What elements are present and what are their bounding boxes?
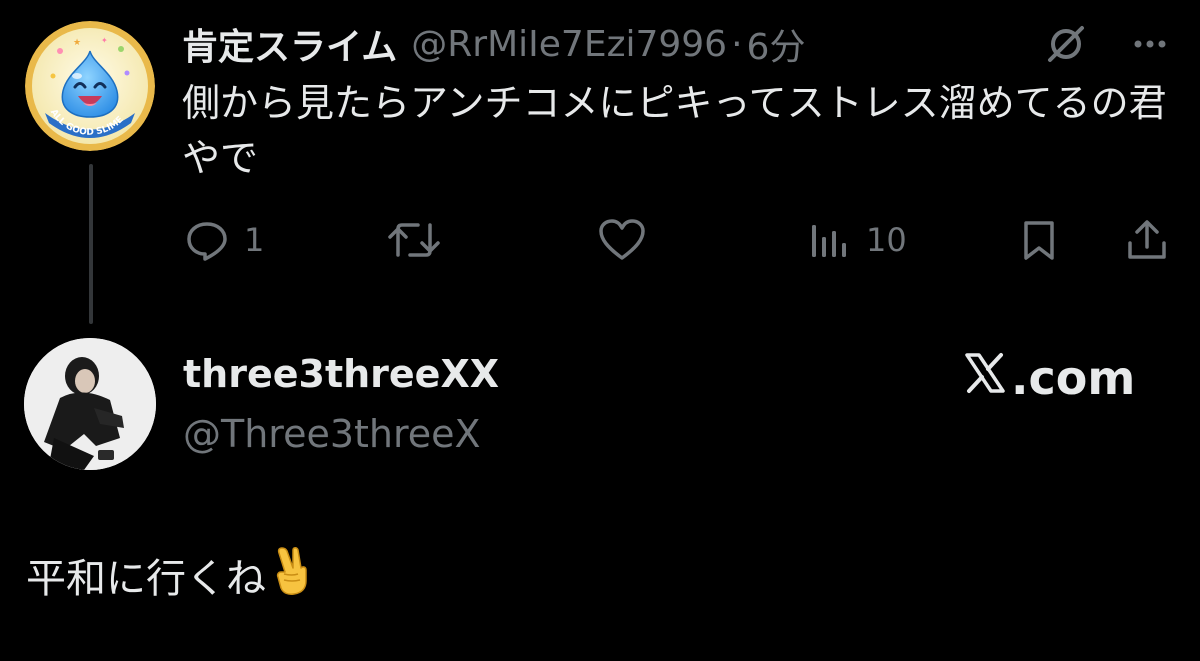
retweet-button[interactable] — [386, 212, 442, 268]
user-handle[interactable]: @RrMiIe7Ezi7996 — [411, 24, 727, 65]
like-icon — [597, 217, 647, 263]
avatar[interactable]: ★ ✦ ALL GOOD SLIME — [25, 21, 155, 151]
reply-icon — [184, 217, 230, 263]
share-button[interactable] — [1124, 212, 1170, 268]
svg-text:★: ★ — [73, 38, 81, 48]
portrait-photo-image — [24, 338, 156, 470]
views-count: 10 — [866, 221, 907, 259]
views-button[interactable]: 10 — [808, 212, 907, 268]
separator-dot: · — [731, 23, 743, 65]
tweet-text: 側から見たらアンチコメにピキってストレス溜めてるの君やで — [182, 81, 1167, 180]
reply-count: 1 — [244, 221, 265, 259]
share-icon — [1124, 217, 1170, 263]
bookmark-button[interactable] — [1017, 212, 1061, 268]
x-site-label: .com — [963, 350, 1135, 406]
slime-avatar-image: ★ ✦ ALL GOOD SLIME — [25, 21, 155, 151]
timestamp[interactable]: 6分 — [747, 18, 806, 70]
more-icon[interactable] — [1130, 24, 1170, 68]
caption-line: 平和に行くね — [26, 544, 312, 613]
like-button[interactable] — [597, 212, 647, 268]
bookmark-icon — [1017, 217, 1061, 263]
tweet-header: 肯定スライム @RrMiIe7Ezi7996 · 6分 — [182, 16, 805, 72]
svg-text:✦: ✦ — [101, 36, 108, 45]
tweet-action-bar: 1 10 — [0, 212, 1200, 268]
reply-button[interactable]: 1 — [184, 212, 264, 268]
retweet-icon — [386, 217, 442, 263]
quoted-user-handle[interactable]: @Three3threeX — [183, 412, 481, 456]
site-domain-text: .com — [1011, 351, 1136, 405]
quoted-display-name[interactable]: three3threeXX — [183, 352, 499, 396]
tweet-top-actions — [1042, 20, 1170, 72]
views-icon — [808, 217, 852, 263]
quoted-avatar[interactable] — [24, 338, 156, 470]
x-logo-icon — [963, 351, 1007, 406]
grok-icon[interactable] — [1042, 20, 1090, 72]
victory-hand-emoji-icon — [272, 544, 312, 613]
display-name[interactable]: 肯定スライム — [182, 18, 397, 70]
caption-text: 平和に行くね — [26, 555, 266, 602]
